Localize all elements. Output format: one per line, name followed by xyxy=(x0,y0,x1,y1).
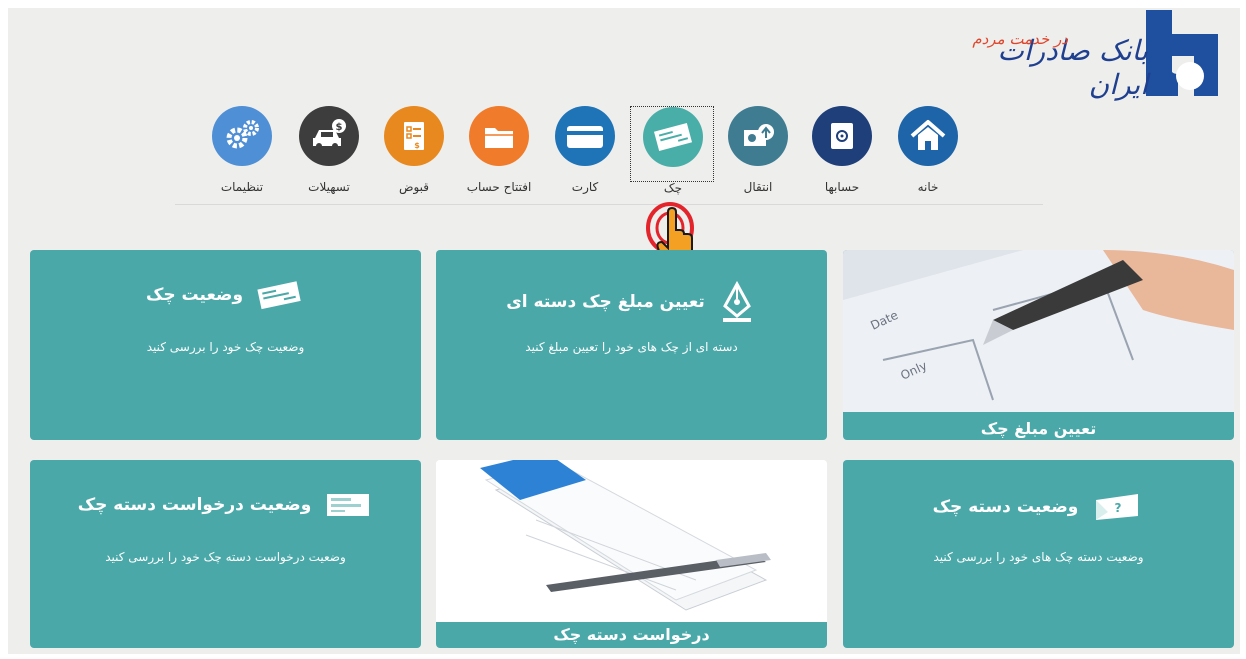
cheque-photo: Date Only xyxy=(843,250,1234,412)
tile-description: وضعیت چک خود را بررسی کنید xyxy=(146,340,305,354)
nav-label-bills: قبوض xyxy=(398,180,430,194)
cheque-icon xyxy=(257,281,301,310)
main-nav: تنظیمات $ تسهیلات $ قبوض افتتاح حساب کار… xyxy=(200,100,968,200)
home-icon xyxy=(898,106,958,166)
tile-caption: تعیین مبلغ چک xyxy=(980,419,1097,438)
nav-label-settings: تنظیمات xyxy=(220,180,264,194)
tile-description: وضعیت درخواست دسته چک خود را بررسی کنید xyxy=(105,550,346,564)
nav-item-transfer[interactable]: انتقال xyxy=(716,100,800,194)
svg-text:$: $ xyxy=(336,122,343,133)
nav-item-home[interactable]: خانه xyxy=(886,100,970,194)
tile-cheque-status[interactable]: وضعیت چک وضعیت چک خود را بررسی کنید xyxy=(30,250,421,440)
tile-set-batch-amount[interactable]: تعیین مبلغ چک دسته ای دسته ای از چک های … xyxy=(436,250,827,440)
nav-item-cheque[interactable]: چک xyxy=(630,106,714,195)
nav-item-open-account[interactable]: افتتاح حساب xyxy=(457,100,541,194)
tile-title: وضعیت چک xyxy=(145,285,244,305)
nav-label-card: کارت xyxy=(571,180,599,194)
cheque-book-icon xyxy=(327,494,370,516)
transfer-icon xyxy=(728,106,788,166)
safe-icon xyxy=(812,106,872,166)
svg-text:?: ? xyxy=(1115,501,1122,515)
pen-nib-icon xyxy=(722,280,751,322)
nav-item-facilities[interactable]: $ تسهیلات xyxy=(287,100,371,194)
tile-book-status[interactable]: ? وضعیت دسته چک وضعیت دسته چک های خود را… xyxy=(843,460,1234,648)
nav-label-facilities: تسهیلات xyxy=(308,180,350,194)
bank-slogan: در خدمت مردم xyxy=(972,30,1068,48)
tile-title: وضعیت درخواست دسته چک xyxy=(77,495,312,515)
nav-item-accounts[interactable]: حسابها xyxy=(800,100,884,194)
tile-book-request[interactable]: درخواست دسته چک xyxy=(436,460,827,648)
bank-logo[interactable]: در خدمت مردم بانک صادرات ایران xyxy=(948,8,1238,108)
tile-description: دسته ای از چک های خود را تعیین مبلغ کنید xyxy=(525,340,738,354)
car-loan-icon: $ xyxy=(299,106,359,166)
nav-label-accounts: حسابها xyxy=(824,180,860,194)
nav-item-bills[interactable]: $ قبوض xyxy=(372,100,456,194)
gears-icon xyxy=(212,106,272,166)
tile-caption: درخواست دسته چک xyxy=(436,622,827,648)
nav-label-transfer: انتقال xyxy=(743,180,773,194)
nav-label-cheque: چک xyxy=(663,181,683,195)
nav-divider xyxy=(175,204,1043,205)
card-icon xyxy=(555,106,615,166)
cheque-icon xyxy=(643,107,703,167)
nav-label-home: خانه xyxy=(917,180,939,194)
nav-label-open-account: افتتاح حساب xyxy=(466,180,532,194)
tile-book-request-status[interactable]: وضعیت درخواست دسته چک وضعیت درخواست دسته… xyxy=(30,460,421,648)
tile-description: وضعیت دسته چک های خود را بررسی کنید xyxy=(933,550,1144,564)
folder-icon xyxy=(469,106,529,166)
nav-item-settings[interactable]: تنظیمات xyxy=(200,100,284,194)
svg-text:$: $ xyxy=(414,141,420,150)
bill-icon: $ xyxy=(384,106,444,166)
tile-title: وضعیت دسته چک xyxy=(932,497,1079,517)
cheque-book-photo xyxy=(436,460,827,622)
tile-title: تعیین مبلغ چک دسته ای xyxy=(506,292,705,312)
cheque-question-icon: ? xyxy=(1096,494,1139,520)
tile-set-amount[interactable]: Date Only تعیین مبلغ چک xyxy=(843,250,1234,440)
nav-item-card[interactable]: کارت xyxy=(543,100,627,194)
